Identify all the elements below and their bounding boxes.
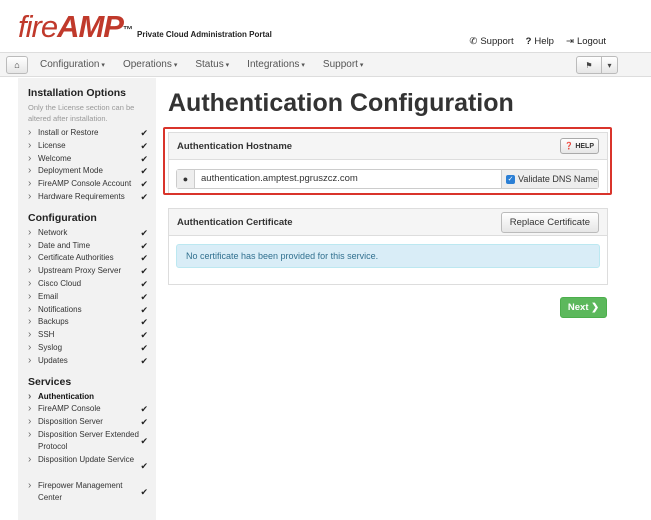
notifications-dropdown[interactable]: ⚑ ▾	[576, 56, 618, 74]
flag-icon[interactable]: ⚑	[577, 57, 602, 73]
certificate-panel-title: Authentication Certificate	[177, 216, 293, 228]
installation-list: Install or Restore✔ License✔ Welcome✔ De…	[28, 127, 148, 204]
sidebar-item-install-restore[interactable]: Install or Restore✔	[28, 127, 148, 140]
check-icon: ✔	[140, 153, 148, 164]
sidebar-item-disposition-extended[interactable]: Disposition Server Extended Protocol✔	[28, 429, 148, 455]
sidebar-item-license[interactable]: License✔	[28, 140, 148, 153]
check-icon: ✔	[140, 304, 148, 315]
home-button[interactable]: ⌂	[6, 56, 28, 74]
services-list: Authentication FireAMP Console✔ Disposit…	[28, 391, 148, 506]
portal-title: Private Cloud Administration Portal	[137, 30, 272, 39]
highlight-box	[163, 127, 612, 195]
certificate-panel-header: Authentication Certificate Replace Certi…	[169, 209, 607, 236]
configuration-heading: Configuration	[28, 211, 97, 224]
navbar: ⌂ Configuration Operations Status Integr…	[0, 52, 651, 77]
installation-note: Only the License section can be altered …	[28, 103, 135, 123]
sidebar-item-disposition-update[interactable]: Disposition Update Service✔	[28, 454, 148, 480]
sidebar-item-authentication[interactable]: Authentication	[28, 391, 148, 404]
sidebar-item-cisco-cloud[interactable]: Cisco Cloud✔	[28, 278, 148, 291]
sidebar-item-email[interactable]: Email✔	[28, 291, 148, 304]
check-icon: ✔	[140, 317, 148, 328]
check-icon: ✔	[140, 355, 148, 366]
sidebar-item-fireamp-console[interactable]: FireAMP Console✔	[28, 403, 148, 416]
check-icon: ✔	[140, 227, 148, 238]
menu-support[interactable]: Support	[323, 59, 364, 70]
nav-menus: Configuration Operations Status Integrat…	[40, 59, 381, 70]
sidebar-item-firepower-mc[interactable]: Firepower Management Center✔	[28, 480, 148, 506]
check-icon: ✔	[140, 486, 148, 497]
sidebar-item-deployment-mode[interactable]: Deployment Mode✔	[28, 165, 148, 178]
check-icon: ✔	[140, 461, 148, 472]
sidebar-item-console-account[interactable]: FireAMP Console Account✔	[28, 178, 148, 191]
sidebar-item-syslog[interactable]: Syslog✔	[28, 342, 148, 355]
check-icon: ✔	[140, 191, 148, 202]
check-icon: ✔	[140, 253, 148, 264]
home-icon: ⌂	[14, 60, 20, 70]
caret-down-icon[interactable]: ▾	[602, 57, 617, 73]
sidebar-item-network[interactable]: Network✔	[28, 227, 148, 240]
check-icon: ✔	[140, 435, 148, 446]
help-link[interactable]: ? Help	[526, 36, 554, 47]
replace-certificate-button[interactable]: Replace Certificate	[500, 211, 599, 233]
question-icon: ?	[525, 36, 532, 47]
check-icon: ✔	[140, 266, 148, 277]
page-title: Authentication Configuration	[168, 89, 514, 117]
menu-operations[interactable]: Operations	[123, 59, 177, 70]
certificate-panel: Authentication Certificate Replace Certi…	[168, 208, 608, 285]
check-icon: ✔	[140, 417, 148, 428]
check-icon: ✔	[140, 291, 148, 302]
sidebar-item-hardware-requirements[interactable]: Hardware Requirements✔	[28, 191, 148, 204]
services-heading: Services	[28, 375, 72, 388]
fireamp-logo: fireAMP™	[18, 9, 133, 44]
sidebar-item-certificate-authorities[interactable]: Certificate Authorities✔	[28, 252, 148, 265]
sidebar-item-backups[interactable]: Backups✔	[28, 316, 148, 329]
support-link[interactable]: ✆ Support	[469, 36, 513, 47]
configuration-list: Network✔ Date and Time✔ Certificate Auth…	[28, 227, 148, 368]
check-icon: ✔	[140, 404, 148, 415]
check-icon: ✔	[140, 140, 148, 151]
logout-link[interactable]: ⇥ Logout	[566, 36, 606, 47]
check-icon: ✔	[140, 342, 148, 353]
top-links: ✆ Support ? Help ⇥ Logout	[469, 36, 606, 47]
check-icon: ✔	[140, 330, 148, 341]
check-icon: ✔	[140, 179, 148, 190]
sidebar-item-upstream-proxy[interactable]: Upstream Proxy Server✔	[28, 265, 148, 278]
menu-configuration[interactable]: Configuration	[40, 59, 105, 70]
phone-icon: ✆	[469, 36, 478, 47]
sidebar-item-ssh[interactable]: SSH✔	[28, 329, 148, 342]
sidebar: Installation Options Only the License se…	[18, 78, 156, 520]
menu-status[interactable]: Status	[195, 59, 229, 70]
no-certificate-alert: No certificate has been provided for thi…	[176, 244, 600, 268]
sidebar-item-date-time[interactable]: Date and Time✔	[28, 240, 148, 253]
header: fireAMP™ Private Cloud Administration Po…	[0, 0, 651, 52]
check-icon: ✔	[140, 278, 148, 289]
check-icon: ✔	[140, 166, 148, 177]
sidebar-item-updates[interactable]: Updates✔	[28, 355, 148, 368]
menu-integrations[interactable]: Integrations	[247, 59, 305, 70]
installation-heading: Installation Options	[28, 87, 127, 99]
logout-icon: ⇥	[565, 36, 574, 47]
check-icon: ✔	[140, 128, 148, 138]
sidebar-item-welcome[interactable]: Welcome✔	[28, 153, 148, 166]
next-button[interactable]: Next ❯	[560, 297, 607, 318]
sidebar-item-notifications[interactable]: Notifications✔	[28, 304, 148, 317]
check-icon: ✔	[140, 240, 148, 251]
sidebar-item-disposition-server[interactable]: Disposition Server✔	[28, 416, 148, 429]
